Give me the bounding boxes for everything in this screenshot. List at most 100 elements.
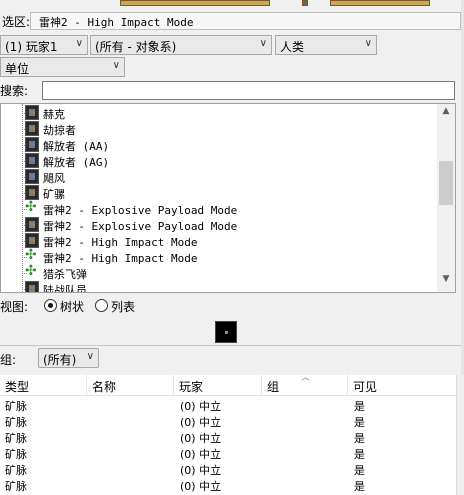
column-header-player[interactable]: 玩家: [179, 378, 203, 395]
unit-tree[interactable]: 赫克劫掠者解放者 (AA) 解放者 (AG) 飓风矿骡雷神2 - Explosive…: [0, 103, 456, 293]
tree-scrollbar[interactable]: ▲ ▼: [437, 104, 455, 292]
tree-item[interactable]: 陆战队员: [1, 281, 437, 293]
category-dropdown[interactable]: 单位 ∨: [0, 57, 125, 77]
tree-item[interactable]: 雷神2 - Explosive Payload Mode: [1, 217, 437, 233]
player-dropdown[interactable]: (1) 玩家1 ∨: [0, 35, 88, 55]
dark-unit-icon: [25, 281, 39, 292]
group-dropdown-value: (所有): [43, 353, 77, 367]
group-label: 组:: [0, 353, 17, 367]
tree-item[interactable]: 猎杀飞弹: [1, 263, 437, 281]
column-divider[interactable]: [261, 375, 262, 396]
tree-item-label: 雷神2 - High Impact Mode: [43, 252, 198, 265]
unit-preview: [215, 321, 237, 343]
dark-unit-icon: [25, 105, 39, 120]
race-dropdown-value: 人类: [280, 40, 305, 54]
table-row[interactable]: 矿脉 (0) 中立 是: [0, 478, 456, 494]
cell-visible: 是: [354, 400, 365, 413]
tree-item-label: 猎杀飞弹: [43, 268, 87, 281]
green-unit-icon: [25, 263, 39, 280]
cell-visible: 是: [354, 416, 365, 429]
object-table[interactable]: 类型 名称 玩家 组 ︿ 可见 矿脉 (0) 中立是矿脉 (0) 中立是矿脉 (0) …: [0, 373, 456, 495]
category-dropdown-value: 单位: [5, 62, 30, 76]
tree-item-label: 解放者 (AA): [43, 140, 110, 153]
cell-type: 矿脉: [5, 448, 27, 461]
cell-player: (0) 中立: [180, 400, 222, 413]
sort-ascending-icon: ︿: [301, 373, 311, 383]
table-row[interactable]: 矿脉 (0) 中立 是: [0, 446, 456, 462]
view-tree-label: 树状: [60, 300, 85, 314]
column-divider[interactable]: [173, 375, 174, 396]
tree-item[interactable]: 雷神2 - Explosive Payload Mode: [1, 199, 437, 217]
cell-type: 矿脉: [5, 464, 27, 477]
chevron-down-icon: ∨: [364, 38, 372, 49]
cell-type: 矿脉: [5, 400, 27, 413]
toolbar-strip: [0, 0, 464, 8]
tree-item-label: 飓风: [43, 172, 65, 185]
chevron-down-icon: ∨: [75, 38, 83, 49]
green-unit-icon: [25, 199, 39, 216]
green-unit-icon: [25, 247, 39, 264]
tree-item-label: 雷神2 - Explosive Payload Mode: [43, 204, 238, 217]
tree-item-label: 解放者 (AG): [43, 156, 110, 169]
column-divider[interactable]: [347, 375, 348, 396]
cell-player: (0) 中立: [180, 432, 222, 445]
divider: [0, 345, 464, 346]
column-header-name[interactable]: 名称: [92, 378, 116, 395]
player-dropdown-value: (1) 玩家1: [5, 40, 58, 54]
mech-unit-icon: [25, 137, 39, 152]
cell-visible: 是: [354, 448, 365, 461]
tree-item[interactable]: 雷神2 - High Impact Mode: [1, 233, 437, 249]
cell-type: 矿脉: [5, 416, 27, 429]
scope-dropdown-value: (所有 - 对象系): [95, 40, 177, 54]
tree-item-label: 雷神2 - High Impact Mode: [43, 236, 198, 249]
column-header-type[interactable]: 类型: [5, 378, 29, 395]
tree-item-label: 赫克: [43, 108, 65, 121]
chevron-down-icon: ∨: [112, 60, 120, 71]
selection-label: 选区:: [2, 15, 31, 29]
search-label: 搜索:: [0, 84, 29, 98]
radio-checked-icon: [44, 299, 57, 312]
column-header-visible[interactable]: 可见: [353, 378, 377, 395]
scroll-down-icon[interactable]: ▼: [437, 274, 455, 290]
mech-unit-icon: [25, 169, 39, 184]
table-header: 类型 名称 玩家 组 ︿ 可见: [0, 373, 456, 396]
cell-type: 矿脉: [5, 432, 27, 445]
tree-item[interactable]: 飓风: [1, 169, 437, 185]
toolbar-image: [330, 0, 430, 6]
dark-unit-icon: [25, 185, 39, 200]
selection-field: 雷神2 - High Impact Mode: [30, 12, 461, 30]
table-row[interactable]: 矿脉 (0) 中立 是: [0, 414, 456, 430]
column-divider[interactable]: [86, 375, 87, 396]
tree-item-label: 陆战队员: [43, 284, 87, 293]
toolbar-image: [120, 0, 270, 6]
table-row[interactable]: 矿脉 (0) 中立 是: [0, 398, 456, 414]
scroll-up-icon[interactable]: ▲: [437, 106, 455, 122]
dark-unit-icon: [25, 217, 39, 232]
tree-item-label: 劫掠者: [43, 124, 76, 137]
race-dropdown[interactable]: 人类 ∨: [275, 35, 377, 55]
group-dropdown[interactable]: (所有) ∨: [38, 348, 99, 368]
dark-unit-icon: [25, 233, 39, 248]
cell-visible: 是: [354, 464, 365, 477]
scope-dropdown[interactable]: (所有 - 对象系) ∨: [90, 35, 272, 55]
tree-item[interactable]: 雷神2 - High Impact Mode: [1, 247, 437, 265]
tree-item[interactable]: 矿骡: [1, 185, 437, 201]
cell-player: (0) 中立: [180, 448, 222, 461]
radio-unchecked-icon: [95, 299, 108, 312]
table-row[interactable]: 矿脉 (0) 中立 是: [0, 430, 456, 446]
tree-item-label: 雷神2 - Explosive Payload Mode: [43, 220, 238, 233]
view-list-label: 列表: [111, 300, 136, 314]
cell-player: (0) 中立: [180, 416, 222, 429]
cell-player: (0) 中立: [180, 464, 222, 477]
column-header-group[interactable]: 组: [267, 378, 279, 395]
tree-item[interactable]: 劫掠者: [1, 121, 437, 137]
tree-item[interactable]: 赫克: [1, 105, 437, 121]
view-label: 视图:: [0, 300, 29, 314]
tree-item[interactable]: 解放者 (AG): [1, 153, 437, 169]
tree-item[interactable]: 解放者 (AA): [1, 137, 437, 153]
dark-unit-icon: [25, 121, 39, 136]
scroll-thumb[interactable]: [439, 161, 453, 205]
search-input[interactable]: [42, 81, 455, 100]
table-row[interactable]: 矿脉 (0) 中立 是: [0, 462, 456, 478]
table-scrollbar[interactable]: [456, 375, 464, 495]
